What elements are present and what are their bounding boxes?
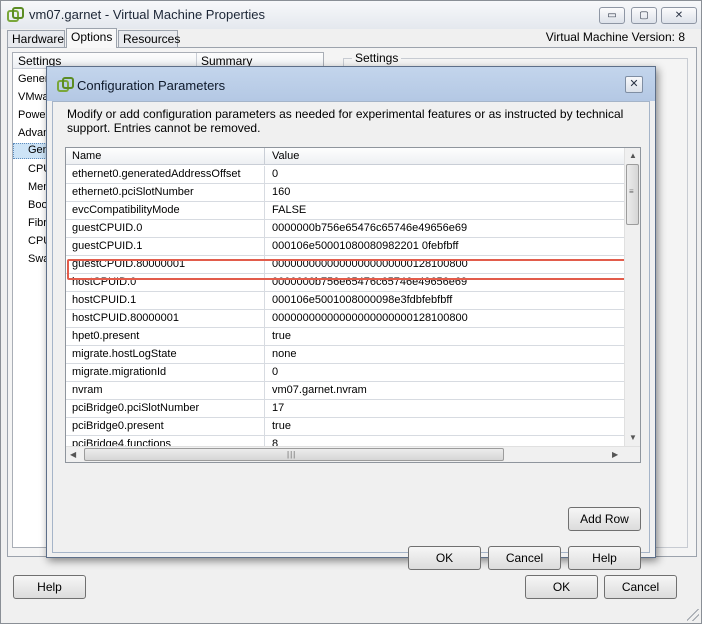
window-title: vm07.garnet - Virtual Machine Properties	[29, 7, 266, 22]
dialog-description: Modify or add configuration parameters a…	[67, 107, 624, 135]
parameter-name: guestCPUID.1	[72, 240, 143, 252]
vmware-app-icon	[7, 7, 24, 22]
parameter-name: nvram	[72, 384, 103, 396]
parameter-value[interactable]: 0	[272, 168, 278, 180]
cell-separator	[264, 364, 265, 382]
scroll-down-arrow-icon[interactable]: ▼	[629, 433, 637, 442]
minimize-icon: ▭	[607, 10, 617, 21]
parameter-value[interactable]: vm07.garnet.nvram	[272, 384, 367, 396]
parameter-name: hpet0.present	[72, 330, 140, 342]
horizontal-scrollbar[interactable]: ◀ ||| ▶	[66, 446, 640, 462]
dialog-body: Modify or add configuration parameters a…	[52, 101, 650, 570]
table-row[interactable]: guestCPUID.0 0000000b756e65476c65746e4965…	[66, 220, 624, 238]
dialog-cancel-button[interactable]: Cancel	[488, 546, 561, 570]
cell-separator	[264, 220, 265, 238]
parameters-table[interactable]: Name Value ethernet0.generatedAddressOff…	[65, 147, 641, 463]
column-header-name[interactable]: Name	[72, 150, 101, 162]
scroll-right-arrow-icon[interactable]: ▶	[612, 450, 618, 459]
parameter-value[interactable]: none	[272, 348, 296, 360]
maximize-button[interactable]: ▢	[631, 7, 657, 24]
parameter-value[interactable]: 0	[272, 366, 278, 378]
tab-resources[interactable]: Resources	[118, 30, 180, 48]
table-row[interactable]: evcCompatibilityMode FALSE	[66, 202, 624, 220]
cell-separator	[264, 166, 265, 184]
cell-separator	[264, 418, 265, 436]
horizontal-scroll-thumb[interactable]: |||	[84, 448, 504, 461]
cell-separator	[264, 382, 265, 400]
cell-separator	[264, 238, 265, 256]
parameter-value[interactable]: 000106e5001008000098e3fdbfebfbff	[272, 294, 452, 306]
thumb-grip-icon: ≡	[629, 187, 635, 196]
parameter-value[interactable]: 160	[272, 186, 290, 198]
dialog-ok-button[interactable]: OK	[408, 546, 481, 570]
add-row-button[interactable]: Add Row	[568, 507, 641, 531]
parameter-value[interactable]: 17	[272, 402, 284, 414]
parameter-name: guestCPUID.0	[72, 222, 143, 234]
thumb-grip-icon: |||	[287, 450, 297, 459]
parameters-table-header: Name Value	[66, 148, 624, 165]
window-titlebar[interactable]: vm07.garnet - Virtual Machine Properties…	[1, 1, 701, 29]
table-row[interactable]: ethernet0.generatedAddressOffset 0	[66, 166, 624, 184]
table-row[interactable]: hpet0.present true	[66, 328, 624, 346]
cell-separator	[264, 400, 265, 418]
configuration-parameters-dialog: Configuration Parameters ✕ Modify or add…	[46, 66, 656, 570]
cell-separator	[264, 346, 265, 364]
table-row[interactable]: ethernet0.pciSlotNumber 160	[66, 184, 624, 202]
table-row[interactable]: guestCPUID.1 000106e50001080080982201 0fe…	[66, 238, 624, 256]
scroll-left-arrow-icon[interactable]: ◀	[70, 450, 76, 459]
column-separator[interactable]	[264, 148, 265, 165]
dialog-help-button[interactable]: Help	[568, 546, 641, 570]
table-row[interactable]: pciBridge0.pciSlotNumber 17	[66, 400, 624, 418]
dialog-titlebar[interactable]: Configuration Parameters ✕	[47, 67, 655, 101]
parameter-name: pciBridge0.pciSlotNumber	[72, 402, 200, 414]
table-row[interactable]: migrate.hostLogState none	[66, 346, 624, 364]
table-row[interactable]: hostCPUID.1 000106e5001008000098e3fdbfebf…	[66, 292, 624, 310]
parameter-value[interactable]: 000106e50001080080982201 0febfbff	[272, 240, 458, 252]
parameter-value[interactable]: 0000000b756e65476c65746e49656e69	[272, 222, 467, 234]
parameter-value[interactable]: FALSE	[272, 204, 306, 216]
parameter-name: hostCPUID.1	[72, 294, 137, 306]
cell-separator	[264, 184, 265, 202]
settings-group-label: Settings	[352, 51, 402, 65]
parameter-name: ethernet0.generatedAddressOffset	[72, 168, 241, 180]
parameter-name: pciBridge0.present	[72, 420, 164, 432]
maximize-icon: ▢	[639, 10, 649, 21]
close-window-button[interactable]: ✕	[661, 7, 697, 24]
close-icon: ✕	[674, 10, 684, 21]
scroll-up-arrow-icon[interactable]: ▲	[629, 151, 637, 160]
cell-separator	[264, 292, 265, 310]
table-row[interactable]: nvram vm07.garnet.nvram	[66, 382, 624, 400]
minimize-button[interactable]: ▭	[599, 7, 625, 24]
parameter-name: migrate.hostLogState	[72, 348, 177, 360]
cell-separator	[264, 202, 265, 220]
ok-button[interactable]: OK	[525, 575, 598, 599]
vm-version-label: Virtual Machine Version: 8	[545, 30, 685, 44]
vmware-dialog-icon	[57, 77, 74, 92]
table-row[interactable]: migrate.migrationId 0	[66, 364, 624, 382]
vertical-scroll-thumb[interactable]: ≡	[626, 164, 639, 225]
tab-hardware[interactable]: Hardware	[7, 30, 65, 48]
dialog-close-button[interactable]: ✕	[625, 76, 643, 93]
parameter-name: evcCompatibilityMode	[72, 204, 180, 216]
parameter-value[interactable]: true	[272, 420, 291, 432]
parameter-value[interactable]: true	[272, 330, 291, 342]
dialog-title: Configuration Parameters	[77, 78, 226, 93]
table-row[interactable]: pciBridge0.present true	[66, 418, 624, 436]
help-button[interactable]: Help	[13, 575, 86, 599]
parameter-value[interactable]: 00000000000000000000000128100800	[272, 312, 468, 324]
table-row[interactable]: hostCPUID.80000001 0000000000000000000000…	[66, 310, 624, 328]
cell-separator	[264, 328, 265, 346]
highlighted-row-outline	[67, 259, 626, 280]
tab-options[interactable]: Options	[66, 28, 117, 48]
cancel-button[interactable]: Cancel	[604, 575, 677, 599]
close-icon: ✕	[629, 78, 639, 90]
list-item-advanced-general[interactable]: Gen	[13, 143, 49, 159]
parameter-name: migrate.migrationId	[72, 366, 167, 378]
cell-separator	[264, 310, 265, 328]
column-header-value[interactable]: Value	[272, 150, 299, 162]
parameter-name: hostCPUID.80000001	[72, 312, 180, 324]
resize-grip[interactable]	[687, 609, 699, 621]
parameter-name: ethernet0.pciSlotNumber	[72, 186, 194, 198]
vertical-scrollbar[interactable]: ▲ ≡ ▼	[624, 148, 640, 446]
